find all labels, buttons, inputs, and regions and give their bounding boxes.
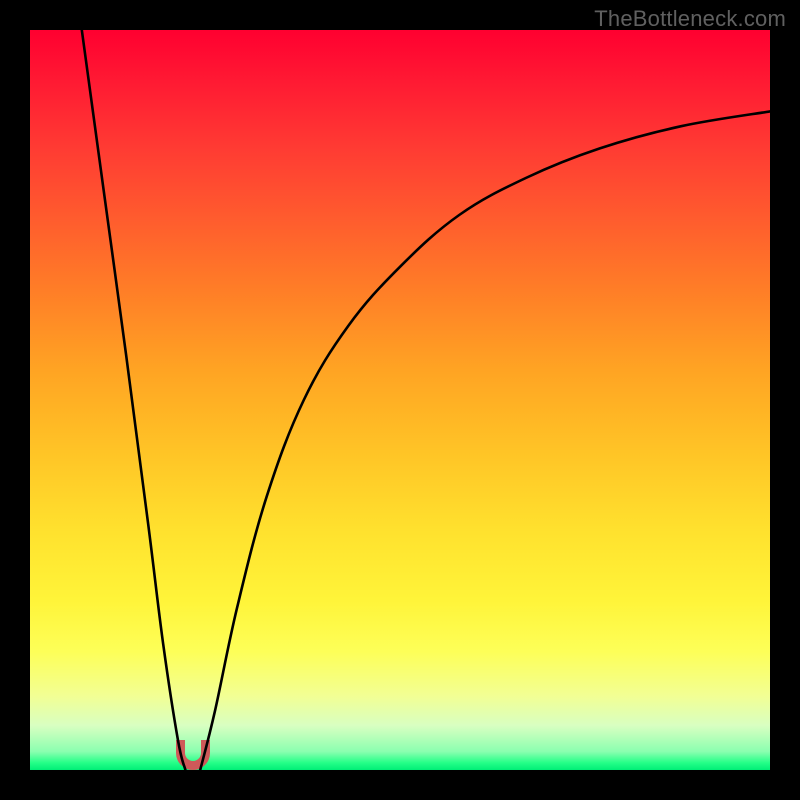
chart-frame: TheBottleneck.com <box>0 0 800 800</box>
curve-left-branch <box>82 30 186 770</box>
curve-svg <box>30 30 770 770</box>
curve-right-branch <box>200 111 770 770</box>
plot-area <box>30 30 770 770</box>
watermark-text: TheBottleneck.com <box>594 6 786 32</box>
